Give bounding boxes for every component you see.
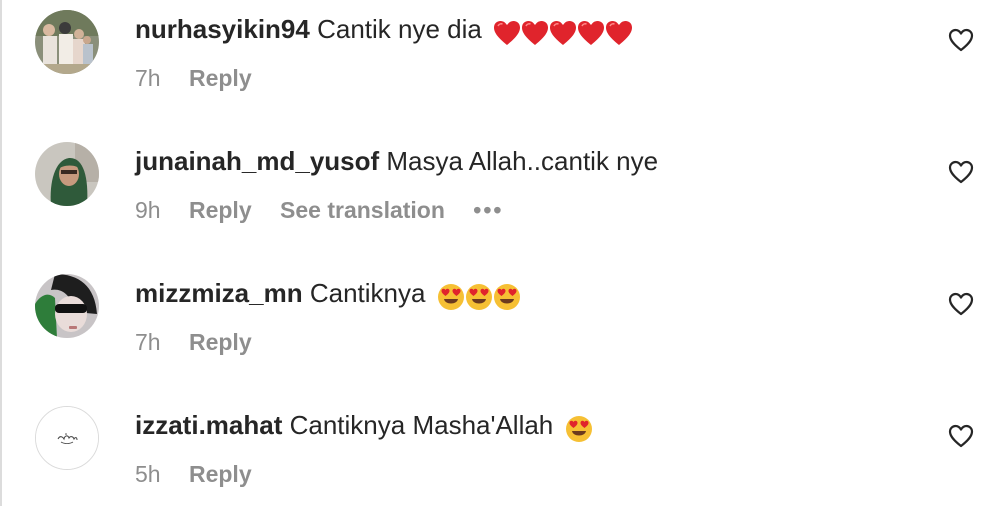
heart-outline-icon[interactable] xyxy=(948,28,974,52)
comment-line: izzati.mahat Cantiknya Masha'Allah xyxy=(135,409,593,443)
comment-item: junainah_md_yusof Masya Allah..cantik ny… xyxy=(0,132,996,264)
ellipsis-icon[interactable]: ••• xyxy=(473,197,503,223)
comment-line: junainah_md_yusof Masya Allah..cantik ny… xyxy=(135,145,658,177)
heart-eyes-face-icon xyxy=(465,284,492,311)
comment-emojis xyxy=(493,15,633,47)
comment-emojis xyxy=(565,411,593,443)
avatar[interactable] xyxy=(35,10,99,74)
red-heart-icon xyxy=(550,21,577,46)
comment-username[interactable]: izzati.mahat xyxy=(135,410,282,440)
reply-button[interactable]: Reply xyxy=(189,65,252,91)
comment-meta: 7h Reply xyxy=(135,64,274,92)
comment-username[interactable]: junainah_md_yusof xyxy=(135,146,379,176)
comment-text: Masya Allah..cantik nye xyxy=(386,146,659,176)
heart-eyes-face-icon xyxy=(493,284,520,311)
avatar[interactable] xyxy=(35,142,99,206)
red-heart-icon xyxy=(522,21,549,46)
comment-time[interactable]: 7h xyxy=(135,329,161,355)
comment-line: mizzmiza_mn Cantiknya xyxy=(135,277,521,311)
comment-username[interactable]: mizzmiza_mn xyxy=(135,278,303,308)
red-heart-icon xyxy=(578,21,605,46)
red-heart-icon xyxy=(606,21,633,46)
avatar[interactable] xyxy=(35,274,99,338)
heart-outline-icon[interactable] xyxy=(948,292,974,316)
heart-eyes-face-icon xyxy=(437,284,464,311)
reply-button[interactable]: Reply xyxy=(189,197,252,223)
comment-meta: 7h Reply xyxy=(135,328,274,356)
comment-item: nurhasyikin94 Cantik nye dia 7h Reply xyxy=(0,0,996,132)
comment-item: izzati.mahat Cantiknya Masha'Allah 5h Re… xyxy=(0,396,996,528)
avatar[interactable] xyxy=(35,406,99,470)
heart-outline-icon[interactable] xyxy=(948,424,974,448)
comment-line: nurhasyikin94 Cantik nye dia xyxy=(135,13,633,47)
comment-meta: 5h Reply xyxy=(135,460,274,488)
red-heart-icon xyxy=(494,21,521,46)
reply-button[interactable]: Reply xyxy=(189,329,252,355)
see-translation-button[interactable]: See translation xyxy=(280,197,445,223)
comment-item: mizzmiza_mn Cantiknya 7h Reply xyxy=(0,264,996,396)
comment-emojis xyxy=(437,279,521,311)
comment-meta: 9h Reply See translation ••• xyxy=(135,196,503,224)
comment-username[interactable]: nurhasyikin94 xyxy=(135,14,310,44)
comment-text: Cantik nye dia xyxy=(317,14,482,44)
reply-button[interactable]: Reply xyxy=(189,461,252,487)
comment-time[interactable]: 9h xyxy=(135,197,161,223)
comment-text: Cantiknya xyxy=(309,278,426,308)
comment-time[interactable]: 5h xyxy=(135,461,161,487)
heart-eyes-face-icon xyxy=(565,416,592,443)
comment-text: Cantiknya Masha'Allah xyxy=(289,410,554,440)
heart-outline-icon[interactable] xyxy=(948,160,974,184)
comment-time[interactable]: 7h xyxy=(135,65,161,91)
